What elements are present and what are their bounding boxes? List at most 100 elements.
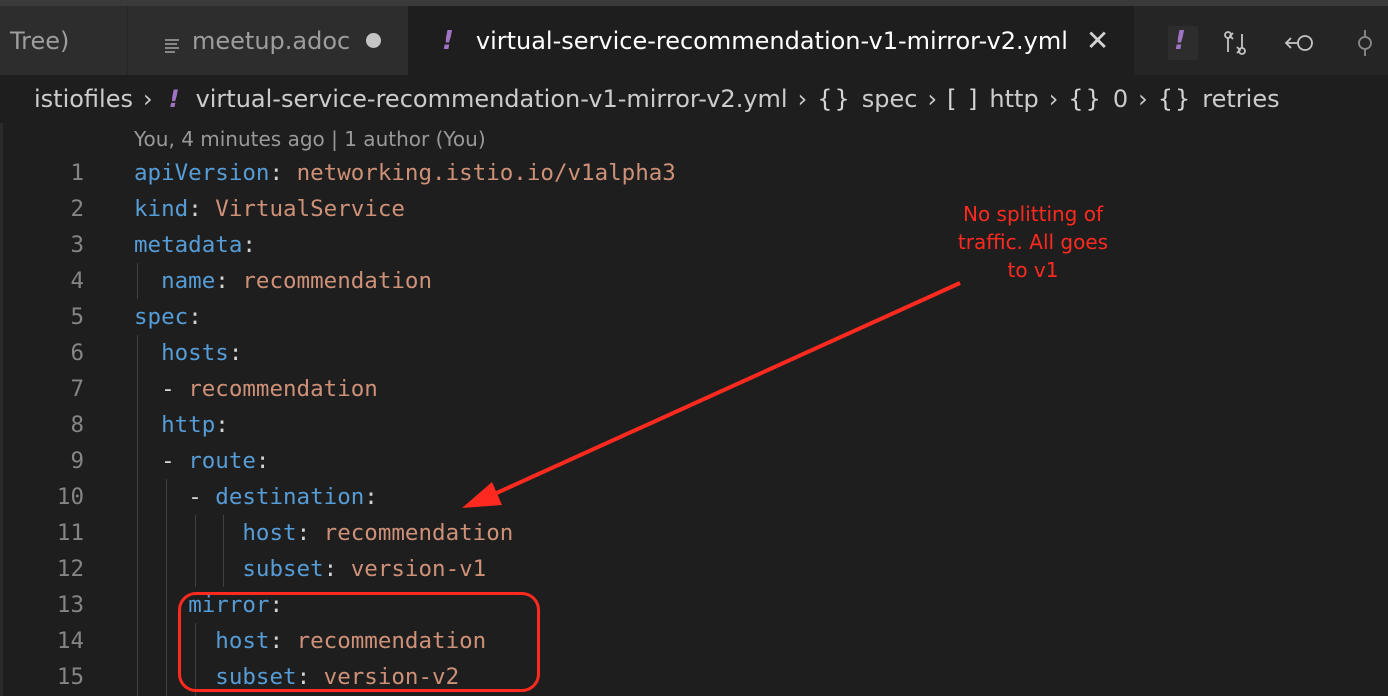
array-icon: [ ] [947, 85, 980, 113]
colon: : [228, 340, 243, 366]
close-icon[interactable]: ✕ [1086, 24, 1109, 57]
yaml-file-icon: ! [1174, 26, 1186, 56]
line-number: 9 [70, 448, 84, 474]
colon: : [255, 448, 270, 474]
colon: : [269, 160, 297, 186]
tab-label: virtual-service-recommendation-v1-mirror… [475, 26, 1068, 55]
breadcrumb-symbol-spec[interactable]: spec [862, 85, 918, 113]
object-icon: {} [1157, 85, 1193, 113]
code-line[interactable]: 12 subset: version-v1 [0, 551, 1388, 587]
code-text: - recommendation [134, 371, 378, 407]
colon: : [242, 232, 256, 258]
yaml-file-icon: ! [442, 25, 454, 56]
colon: : [323, 556, 351, 582]
yaml-key: spec [134, 304, 189, 330]
git-commit-icon[interactable] [1352, 30, 1378, 56]
chevron-right-icon: › [797, 85, 808, 113]
line-number: 10 [56, 484, 84, 510]
code-text: kind: VirtualService [134, 191, 405, 227]
line-number: 8 [70, 412, 84, 438]
gutter-edge [0, 123, 3, 696]
code-text: - route: [134, 443, 269, 479]
line-number: 12 [56, 556, 84, 582]
codelens-blame[interactable]: You, 4 minutes ago | 1 author (You) [134, 127, 486, 151]
yaml-value: version-v1 [350, 556, 487, 582]
chevron-right-icon: › [1138, 85, 1148, 113]
code-line[interactable]: 10 - destination: [0, 479, 1388, 515]
line-number: 11 [56, 520, 84, 546]
colon: : [188, 196, 216, 222]
code-text: name: recommendation [134, 263, 432, 299]
tab-label: Tree) [10, 26, 70, 55]
unsaved-dot-icon[interactable] [366, 33, 382, 48]
breadcrumb-symbol-retries[interactable]: retries [1202, 85, 1279, 113]
line-number: 15 [56, 664, 84, 690]
line-number: 13 [56, 592, 84, 618]
breadcrumb-symbol-0[interactable]: 0 [1113, 85, 1128, 113]
breadcrumb-symbol-http[interactable]: http [989, 85, 1038, 113]
code-text: metadata: [134, 227, 256, 263]
code-line[interactable]: 11 host: recommendation [0, 515, 1388, 551]
line-number: 14 [56, 628, 84, 654]
object-icon: {} [1068, 85, 1103, 113]
line-number: 6 [70, 340, 84, 366]
line-number: 7 [70, 376, 84, 402]
yaml-value: VirtualService [215, 196, 405, 222]
yaml-value: recommendation [242, 268, 433, 294]
code-line[interactable]: 2 kind: VirtualService [0, 191, 1388, 227]
breadcrumb-folder[interactable]: istiofiles [34, 85, 133, 113]
open-changes-icon[interactable] [1284, 30, 1316, 56]
list-dash: - [161, 376, 189, 402]
code-line[interactable]: 9 - route: [0, 443, 1388, 479]
code-line[interactable]: 6 hosts: [0, 335, 1388, 371]
annotation-line: No splitting of [962, 202, 1104, 226]
preview-bang-button[interactable]: ! [1168, 26, 1198, 60]
tab-tree[interactable]: Tree) [0, 6, 128, 75]
code-text: apiVersion: networking.istio.io/v1alpha3 [134, 155, 676, 191]
tab-meetup-adoc[interactable]: meetup.adoc [128, 6, 408, 75]
yaml-key: route [188, 448, 256, 474]
yaml-key: name [161, 268, 216, 294]
yaml-key: metadata [134, 232, 243, 258]
code-text: subset: version-v1 [134, 551, 486, 587]
annotation-line: traffic. All goes [957, 230, 1109, 254]
code-line[interactable]: 5 spec: [0, 299, 1388, 335]
code-text: host: recommendation [134, 515, 513, 551]
tab-virtual-service-yml[interactable]: ! virtual-service-recommendation-v1-mirr… [408, 6, 1134, 75]
file-text-icon [164, 32, 180, 53]
code-line[interactable]: 7 - recommendation [0, 371, 1388, 407]
editor-actions: ! [1134, 6, 1388, 75]
colon: : [296, 520, 324, 546]
colon: : [215, 268, 243, 294]
annotation-line: to v1 [1007, 258, 1059, 282]
code-line[interactable]: 8 http: [0, 407, 1388, 443]
compare-changes-icon[interactable] [1222, 30, 1248, 56]
list-dash: - [188, 484, 216, 510]
yaml-value: recommendation [188, 376, 378, 402]
tab-bar: Tree) meetup.adoc ! virtual-service-reco… [0, 6, 1388, 75]
code-text: hosts: [134, 335, 242, 371]
breadcrumb-file[interactable]: virtual-service-recommendation-v1-mirror… [196, 85, 788, 113]
yaml-key: hosts [161, 340, 229, 366]
yaml-value: recommendation [323, 520, 514, 546]
yaml-key: kind [134, 196, 189, 222]
yaml-file-icon: ! [168, 85, 180, 113]
colon: : [188, 304, 202, 330]
mirror-highlight-box [178, 592, 540, 692]
code-line[interactable]: 4 name: recommendation [0, 263, 1388, 299]
yaml-key: apiVersion [134, 160, 270, 186]
code-line[interactable]: 1 apiVersion: networking.istio.io/v1alpha… [0, 155, 1388, 191]
line-number: 5 [70, 304, 84, 330]
code-line[interactable]: 3 metadata: [0, 227, 1388, 263]
chevron-right-icon: › [927, 85, 938, 113]
code-text: - destination: [134, 479, 378, 515]
annotation-note: No splitting of traffic. All goes to v1 [938, 200, 1128, 284]
yaml-key: http [161, 412, 216, 438]
yaml-value: networking.istio.io/v1alpha3 [296, 160, 676, 186]
